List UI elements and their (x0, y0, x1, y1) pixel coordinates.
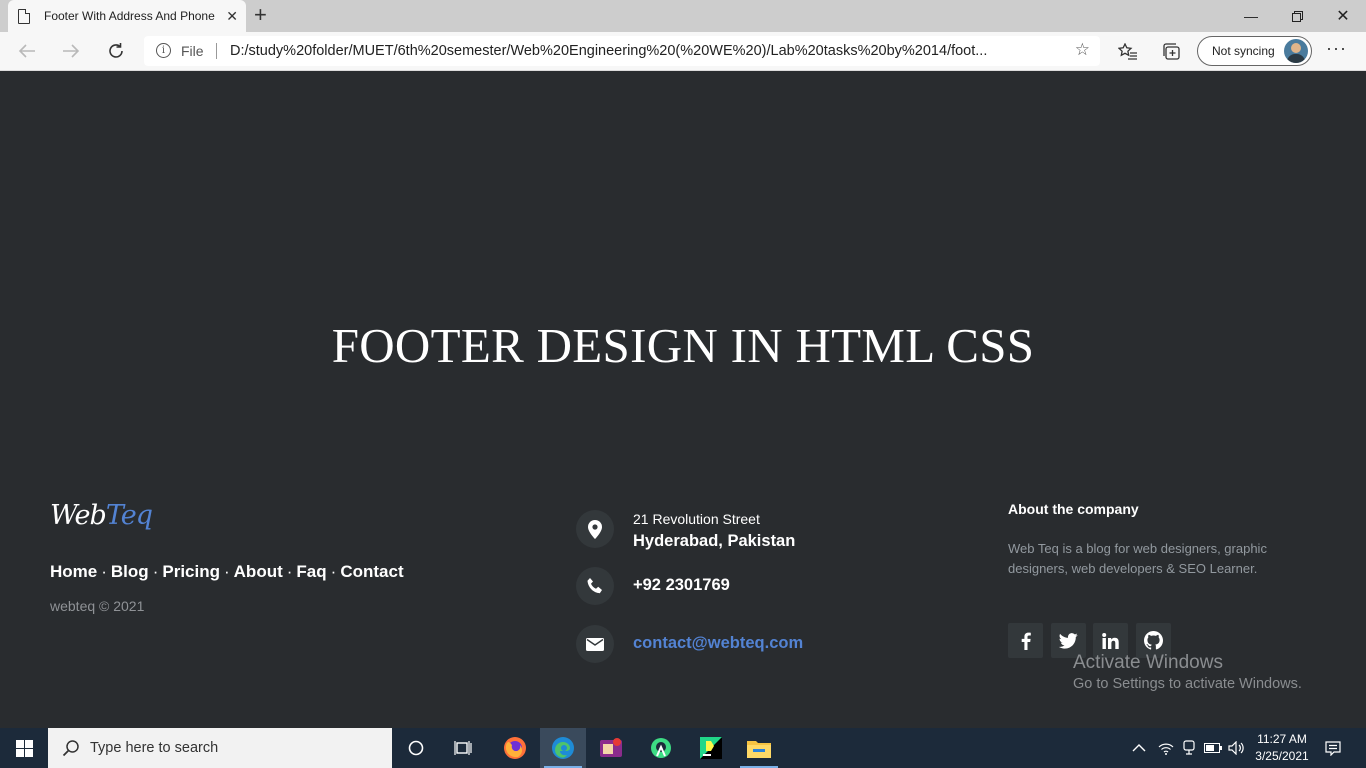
watermark-title: Activate Windows (1073, 652, 1223, 673)
link-separator: · (101, 562, 107, 581)
url-text[interactable]: D:/study%20folder/MUET/6th%20semester/We… (230, 43, 1050, 59)
sync-label: Not syncing (1212, 44, 1275, 58)
pycharm-icon[interactable] (688, 728, 734, 768)
favorite-star-icon[interactable]: ☆ (1075, 40, 1090, 60)
map-marker-icon (576, 510, 614, 548)
link-blog[interactable]: Blog (111, 562, 149, 581)
copyright-text: webteq © 2021 (50, 598, 145, 614)
screen-recorder-icon[interactable] (588, 728, 634, 768)
refresh-button[interactable] (103, 38, 129, 64)
logo[interactable]: WebTeq (50, 500, 153, 531)
collections-icon[interactable] (1160, 40, 1184, 64)
meet-now-icon[interactable] (1182, 728, 1196, 768)
logo-web: Web (50, 500, 107, 531)
avatar (1284, 39, 1308, 63)
email-link[interactable]: contact@webteq.com (633, 634, 803, 653)
windows-taskbar: Type here to search 11:27 AM 3/25/2021 (0, 728, 1366, 768)
cortana-icon[interactable] (393, 728, 439, 768)
show-hidden-icons-chevron[interactable] (1132, 728, 1146, 768)
page-title: FOOTER DESIGN IN HTML CSS (331, 317, 1035, 373)
link-separator: · (223, 562, 230, 581)
close-window-button[interactable]: ✕ (1320, 0, 1366, 32)
file-explorer-icon[interactable] (736, 728, 782, 768)
address-street: 21 Revolution Street (633, 511, 760, 527)
activate-windows-watermark: Activate Windows Go to Settings to activ… (1073, 652, 1302, 692)
clock-date: 3/25/2021 (1255, 749, 1309, 763)
phone-icon (576, 567, 614, 605)
address-separator (216, 43, 217, 59)
firefox-icon[interactable] (492, 728, 538, 768)
volume-icon[interactable] (1228, 728, 1244, 768)
phone-number: +92 2301769 (633, 576, 730, 594)
search-icon (62, 740, 79, 757)
link-about[interactable]: About (234, 562, 283, 581)
address-city: Hyderabad, Pakistan (633, 532, 796, 550)
edge-icon[interactable] (540, 728, 586, 768)
link-separator: · (330, 562, 337, 581)
forward-button[interactable] (58, 38, 84, 64)
link-separator: · (152, 562, 159, 581)
back-button[interactable] (14, 38, 40, 64)
info-icon[interactable]: i (156, 43, 171, 58)
tab-title: Footer With Address And Phone (44, 9, 215, 23)
watermark-subtitle: Go to Settings to activate Windows. (1073, 676, 1302, 692)
windows-start-button[interactable] (0, 728, 48, 768)
about-heading: About the company (1008, 501, 1139, 517)
taskbar-search-box[interactable]: Type here to search (48, 728, 392, 768)
task-view-icon[interactable] (440, 728, 486, 768)
battery-icon[interactable] (1204, 728, 1222, 768)
link-separator: · (286, 562, 293, 581)
logo-teq: Teq (105, 500, 153, 531)
wifi-icon[interactable] (1158, 728, 1174, 768)
hero-section: FOOTER DESIGN IN HTML CSS (0, 71, 1366, 491)
favorites-icon[interactable] (1116, 40, 1140, 64)
link-home[interactable]: Home (50, 562, 97, 581)
profile-sync-button[interactable]: Not syncing (1197, 36, 1312, 66)
browser-tab-bar: Footer With Address And Phone ✕ + — ✕ (0, 0, 1366, 32)
more-menu-icon[interactable]: ··· (1326, 38, 1347, 59)
envelope-icon (576, 625, 614, 663)
footer-links: Home · Blog · Pricing · About · Faq · Contact (50, 562, 404, 582)
link-faq[interactable]: Faq (296, 562, 326, 581)
search-placeholder: Type here to search (90, 740, 219, 756)
facebook-icon[interactable] (1008, 623, 1043, 658)
close-tab-icon[interactable]: ✕ (226, 8, 238, 24)
address-bar[interactable]: i File D:/study%20folder/MUET/6th%20seme… (144, 36, 1100, 66)
browser-tab[interactable]: Footer With Address And Phone ✕ (8, 0, 246, 32)
file-label: File (181, 43, 204, 59)
about-text: Web Teq is a blog for web designers, gra… (1008, 541, 1267, 576)
page-icon (18, 8, 30, 24)
link-contact[interactable]: Contact (340, 562, 403, 581)
clock-time: 11:27 AM (1257, 732, 1307, 746)
browser-toolbar: i File D:/study%20folder/MUET/6th%20seme… (0, 32, 1366, 71)
link-pricing[interactable]: Pricing (162, 562, 220, 581)
restore-button[interactable] (1274, 0, 1320, 32)
taskbar-clock[interactable]: 11:27 AM 3/25/2021 (1252, 731, 1312, 765)
new-tab-button[interactable]: + (254, 4, 267, 26)
notifications-icon[interactable] (1325, 728, 1341, 768)
minimize-button[interactable]: — (1228, 0, 1274, 32)
android-studio-icon[interactable] (638, 728, 684, 768)
